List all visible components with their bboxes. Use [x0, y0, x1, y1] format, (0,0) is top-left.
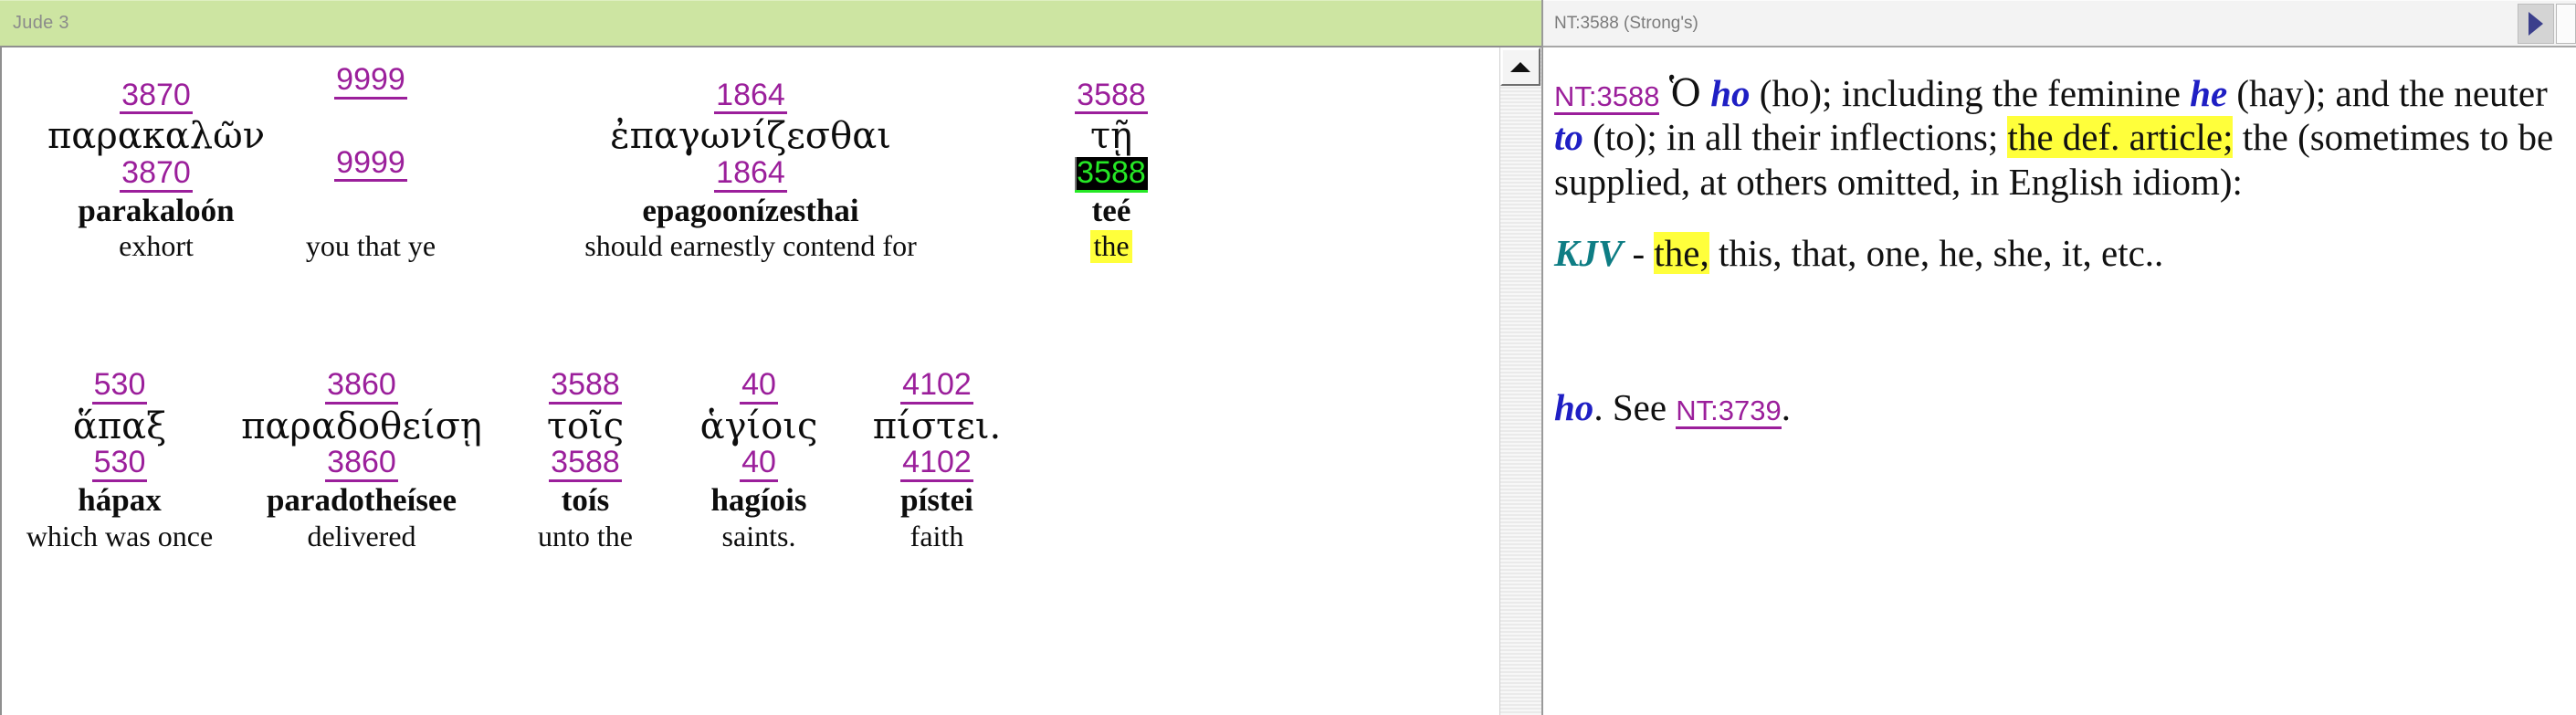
- see-period: .: [1782, 386, 1791, 428]
- transliteration-to: to: [1554, 116, 1583, 158]
- greek-headword: Ὁ: [1669, 71, 1701, 115]
- interlinear-word[interactable]: 3588 τοῖς 3588 toís unto the: [499, 369, 672, 552]
- interlinear-word[interactable]: 40 ἁγίοις 40 hagíois saints.: [672, 369, 846, 552]
- greek-word[interactable]: ἁγίοις: [700, 406, 818, 447]
- lexicon-entry-title: NT:3588 (Strong's): [1554, 14, 2518, 34]
- strongs-number-link[interactable]: 3588: [1075, 79, 1148, 115]
- greek-word[interactable]: πίστει.: [873, 406, 1002, 447]
- greek-word[interactable]: ἐπαγωνίζεσθαι: [610, 116, 891, 157]
- interlinear-text-area[interactable]: 3870 παρακαλῶν 3870 parakaloón exhort 99…: [0, 47, 1541, 715]
- verse-reference-label: Jude 3: [13, 13, 69, 34]
- lexicon-panel-header: NT:3588 (Strong's): [1543, 0, 2576, 47]
- lexicon-definition-body: NT:3588 Ὁ ho (ho); including the feminin…: [1543, 47, 2576, 715]
- strongs-ref-link[interactable]: NT:3588: [1554, 80, 1659, 115]
- greek-word[interactable]: ἅπαξ: [73, 406, 166, 447]
- strongs-number-link[interactable]: 9999: [334, 147, 407, 183]
- interlinear-bible-app: Jude 3 3870 παρακαλῶν 3870 parakaloón ex…: [0, 0, 2576, 715]
- forward-button[interactable]: [2518, 4, 2554, 44]
- transliteration: epagoonízesthai: [642, 194, 858, 229]
- strongs-number-link[interactable]: 3588: [549, 369, 622, 405]
- interlinear-word[interactable]: 4102 πίστει. 4102 pístei faith: [846, 369, 1028, 552]
- interlinear-word-selected[interactable]: 3588 τῇ 3588 teé the: [1034, 79, 1189, 263]
- kjv-highlight: the,: [1654, 232, 1709, 274]
- english-gloss: faith: [908, 520, 967, 552]
- definition-text: (to); in all their inflections;: [1593, 116, 1998, 158]
- triangle-right-icon: [2529, 12, 2543, 36]
- strongs-number-link[interactable]: 4102: [900, 369, 973, 405]
- see-also-ref-link[interactable]: NT:3739: [1676, 394, 1781, 429]
- transliteration-he: he: [2190, 72, 2227, 114]
- strongs-number-link[interactable]: 530: [92, 369, 148, 405]
- strongs-number-link[interactable]: 3870: [120, 79, 193, 115]
- strongs-number-link-selected[interactable]: 3588: [1075, 157, 1148, 193]
- kjv-dash: -: [1632, 232, 1645, 274]
- interlinear-word[interactable]: 530 ἅπαξ 530 hápax which was once: [15, 369, 225, 552]
- kjv-label: KJV: [1554, 232, 1623, 274]
- english-gloss-highlighted: the: [1090, 230, 1131, 262]
- verse-line: 530 ἅπαξ 530 hápax which was once 3860 π…: [15, 369, 1028, 552]
- english-gloss: unto the: [535, 520, 636, 552]
- see-text: . See: [1593, 386, 1667, 428]
- transliteration: pístei: [900, 483, 973, 519]
- strongs-number-link[interactable]: 3860: [325, 447, 398, 482]
- english-gloss: exhort: [116, 230, 196, 262]
- greek-word[interactable]: τοῖς: [547, 406, 624, 447]
- strongs-number-link[interactable]: 3860: [325, 369, 398, 405]
- strongs-number-link[interactable]: 4102: [900, 447, 973, 482]
- kjv-rest: this, that, one, he, she, it, etc..: [1719, 232, 2163, 274]
- strongs-number-link[interactable]: 1864: [714, 79, 787, 115]
- transliteration: hápax: [78, 483, 161, 519]
- definition-text: (ho); including the feminine: [1760, 72, 2181, 114]
- strongs-number-link[interactable]: 3870: [120, 157, 193, 193]
- strongs-number-link[interactable]: 40: [740, 369, 778, 405]
- transliteration: hagíois: [710, 483, 806, 519]
- strongs-number-link[interactable]: 40: [740, 447, 778, 482]
- transliteration: paradotheísee: [267, 483, 457, 519]
- verse-line: 3870 παρακαλῶν 3870 parakaloón exhort 99…: [38, 64, 1189, 263]
- greek-word[interactable]: παραδοθείσῃ: [241, 406, 482, 447]
- panel-edge-button[interactable]: [2556, 4, 2576, 44]
- interlinear-panel: Jude 3 3870 παρακαλῶν 3870 parakaloón ex…: [0, 0, 1543, 715]
- strongs-number-link[interactable]: 9999: [334, 64, 407, 100]
- see-also-line: ho. See NT:3739.: [1554, 385, 2569, 429]
- interlinear-word[interactable]: 1864 ἐπαγωνίζεσθαι 1864 epagoonízesthai …: [468, 79, 1034, 263]
- interlinear-panel-header: Jude 3: [0, 0, 1541, 47]
- lexicon-panel: NT:3588 (Strong's) NT:3588 Ὁ ho (ho); in…: [1543, 0, 2576, 715]
- interlinear-row: 530 ἅπαξ 530 hápax which was once 3860 π…: [15, 369, 1028, 552]
- english-gloss: should earnestly contend for: [582, 230, 919, 262]
- definition-paragraph: NT:3588 Ὁ ho (ho); including the feminin…: [1554, 71, 2569, 204]
- interlinear-word[interactable]: 3870 παρακαλῶν 3870 parakaloón exhort: [38, 79, 274, 263]
- interlinear-row: 3870 παρακαλῶν 3870 parakaloón exhort 99…: [38, 64, 1189, 263]
- definition-highlight: the def. article;: [2007, 116, 2233, 158]
- english-gloss: saints.: [720, 520, 799, 552]
- transliteration: teé: [1092, 194, 1131, 229]
- strongs-number-link[interactable]: 1864: [714, 157, 787, 193]
- transliteration-ho: ho: [1710, 72, 1750, 114]
- english-gloss: delivered: [304, 520, 418, 552]
- greek-word[interactable]: τῇ: [1090, 116, 1132, 157]
- see-transliteration: ho: [1554, 386, 1593, 428]
- triangle-up-icon: [1510, 62, 1530, 72]
- vertical-scrollbar[interactable]: [1499, 47, 1541, 715]
- english-gloss: which was once: [24, 520, 216, 552]
- english-gloss: you that ye: [303, 230, 438, 262]
- kjv-translations-line: KJV - the, this, that, one, he, she, it,…: [1554, 231, 2569, 275]
- interlinear-word[interactable]: 9999 9999 you that ye: [274, 64, 468, 263]
- transliteration: toís: [562, 483, 610, 519]
- interlinear-word[interactable]: 3860 παραδοθείσῃ 3860 paradotheísee deli…: [225, 369, 499, 552]
- scroll-up-button[interactable]: [1500, 47, 1540, 86]
- transliteration: parakaloón: [78, 194, 234, 229]
- strongs-number-link[interactable]: 3588: [549, 447, 622, 482]
- greek-word[interactable]: παρακαλῶν: [47, 116, 265, 157]
- strongs-number-link[interactable]: 530: [92, 447, 148, 482]
- definition-text: (hay); and the neuter: [2236, 72, 2547, 114]
